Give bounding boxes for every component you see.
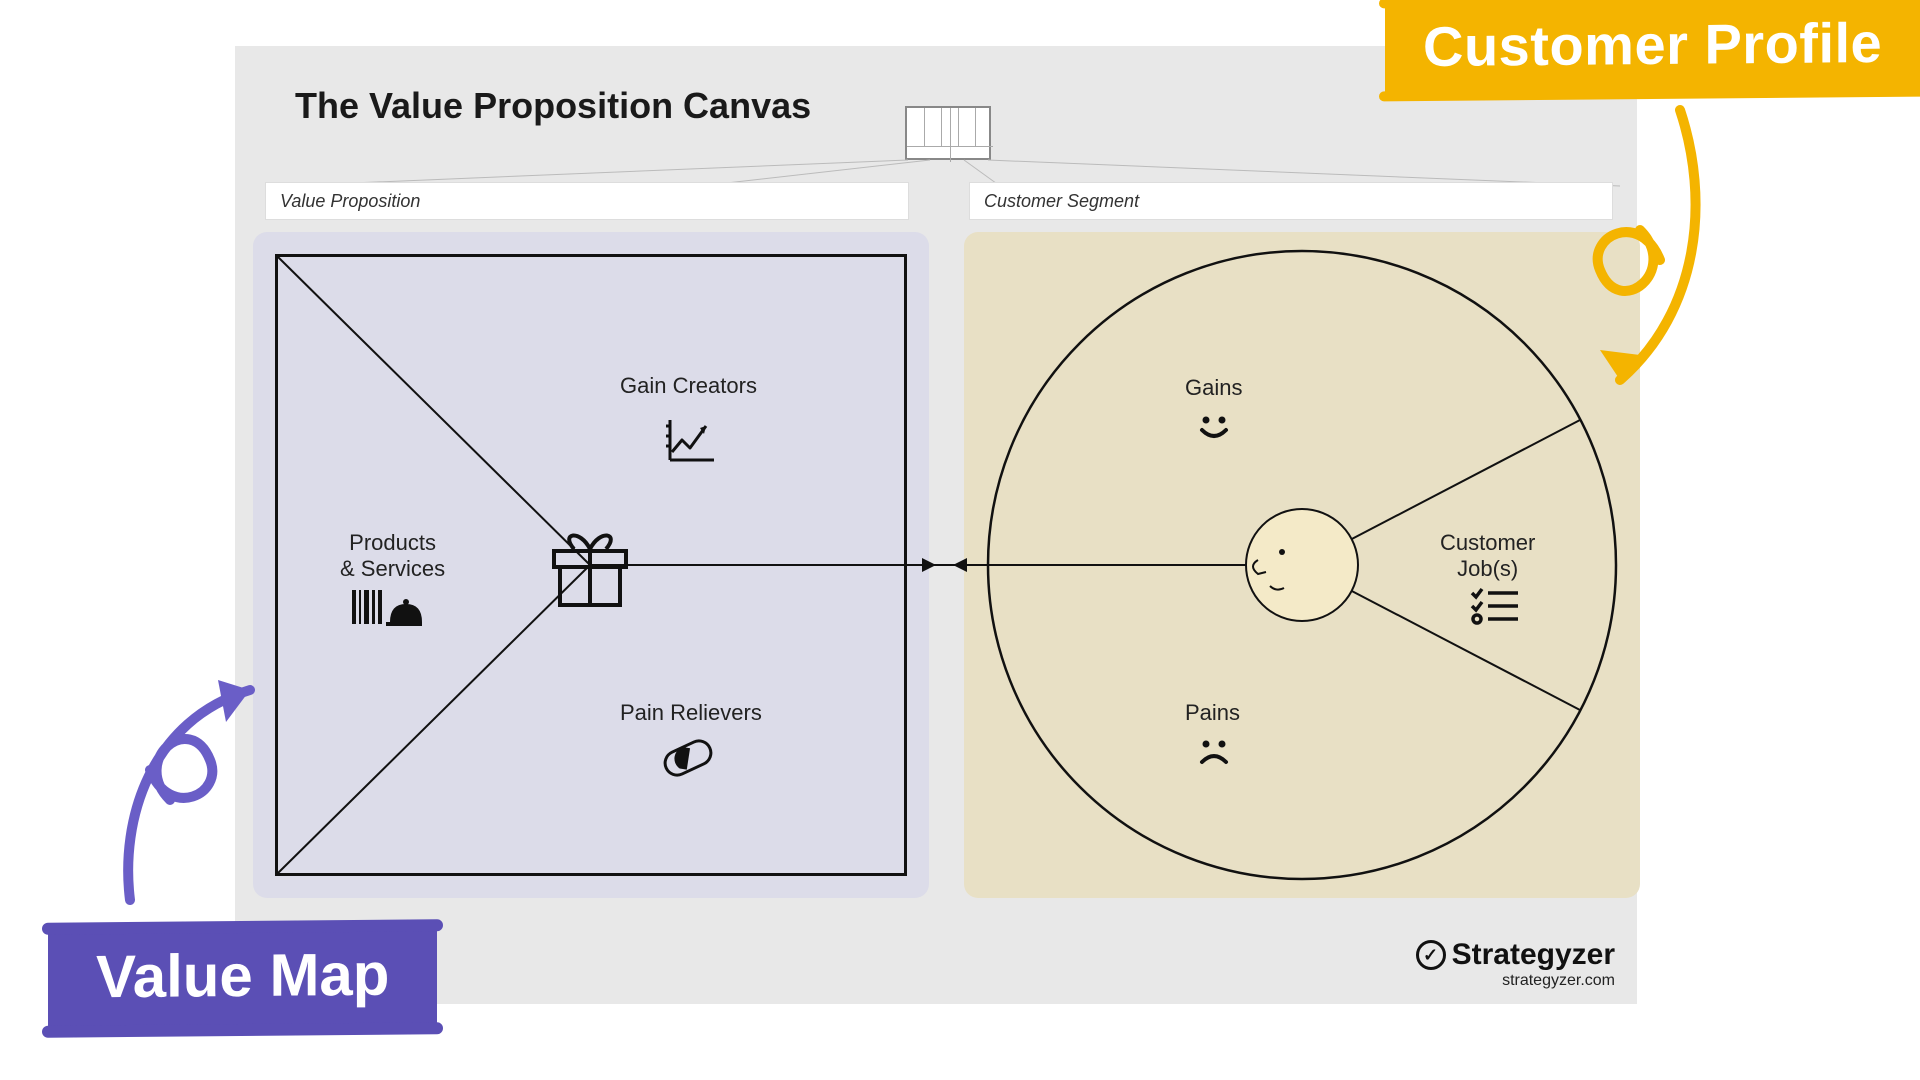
pill-icon [660,738,716,783]
brand-logo-icon: ✓ [1416,940,1446,970]
chart-up-icon [666,418,716,467]
gain-creators-label: Gain Creators [620,373,757,399]
gains-label: Gains [1185,375,1242,401]
brand-block: ✓ Strategyzer strategyzer.com [1416,938,1615,990]
value-proposition-header: Value Proposition [265,182,909,220]
customer-profile-callout-text: Customer Profile [1423,11,1882,78]
value-map-callout-text: Value Map [96,941,389,1011]
customer-profile-callout: Customer Profile [1385,0,1920,97]
page-title: The Value Proposition Canvas [295,85,811,127]
customer-jobs-label: Customer Job(s) [1440,530,1535,583]
barcode-bell-icon [352,590,422,635]
smile-icon [1196,412,1232,447]
products-services-label: Products & Services [340,530,445,583]
gift-icon [540,515,640,620]
frown-icon [1196,736,1232,771]
pain-relievers-label: Pain Relievers [620,700,762,726]
brand-name: Strategyzer [1452,938,1615,972]
value-map-callout: Value Map [48,925,437,1031]
customer-segment-header: Customer Segment [969,182,1613,220]
brand-url: strategyzer.com [1416,972,1615,990]
checklist-icon [1470,586,1520,631]
brand-name-row: ✓ Strategyzer [1416,938,1615,972]
customer-profile-panel [964,232,1640,898]
section-headers: Value Proposition Customer Segment [265,182,1613,220]
mini-business-model-canvas-icon [905,106,991,160]
pains-label: Pains [1185,700,1240,726]
